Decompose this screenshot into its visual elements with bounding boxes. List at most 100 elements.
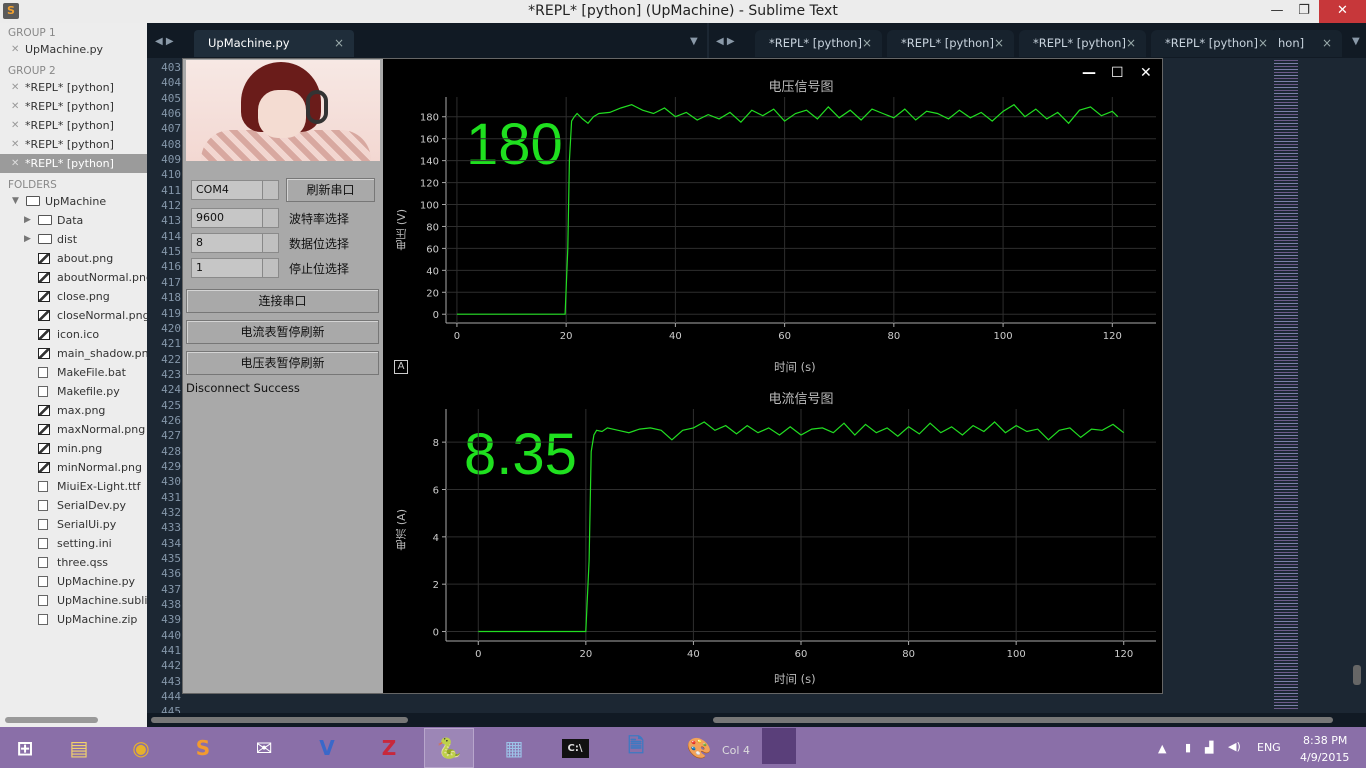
tab-close-icon[interactable]: × (1258, 30, 1268, 57)
tab-nav-arrows-icon[interactable]: ◀ ▶ (155, 36, 174, 47)
sidebar-scrollbar[interactable] (5, 717, 98, 723)
file-item[interactable]: aboutNormal.png (0, 268, 147, 287)
close-file-icon[interactable]: ✕ (11, 40, 19, 59)
file-item[interactable]: close.png (0, 287, 147, 306)
calculator-icon[interactable]: ▦ (489, 728, 539, 768)
open-file-item[interactable]: ✕ *REPL* [python] (0, 116, 147, 135)
collapsed-arrow-icon[interactable]: ▶ (24, 230, 31, 249)
windows-start-icon[interactable]: ⊞ (0, 728, 50, 768)
file-item[interactable]: SerialUi.py (0, 515, 147, 534)
file-item[interactable]: SerialDev.py (0, 496, 147, 515)
folder-root-item[interactable]: ▼ UpMachine (0, 192, 147, 211)
open-file-item-selected[interactable]: ✕ *REPL* [python] (0, 154, 147, 173)
connect-serial-button[interactable]: 连接串口 (186, 289, 379, 313)
dropdown-arrow-icon[interactable] (262, 234, 278, 252)
open-file-item[interactable]: ✕ UpMachine.py (0, 40, 147, 59)
file-item[interactable]: closeNormal.png (0, 306, 147, 325)
file-item[interactable]: UpMachine.py (0, 572, 147, 591)
tab-dropdown-icon[interactable]: ▼ (1352, 36, 1360, 47)
file-item[interactable]: max.png (0, 401, 147, 420)
right-pane-scrollbar[interactable] (713, 717, 1333, 723)
tab-close-icon[interactable]: × (862, 30, 872, 57)
tray-arrow-icon[interactable]: ▲ (1158, 742, 1166, 755)
tab-close-icon[interactable]: × (994, 30, 1004, 57)
chrome-icon[interactable]: ◉ (116, 728, 166, 768)
close-file-icon[interactable]: ✕ (11, 97, 19, 116)
expanded-arrow-icon[interactable]: ▼ (12, 192, 19, 211)
close-file-icon[interactable]: ✕ (11, 78, 19, 97)
file-item[interactable]: MakeFile.bat (0, 363, 147, 382)
stopbits-select[interactable]: 1 (191, 258, 279, 278)
tab-repl[interactable]: *REPL* [python] × (887, 30, 1014, 57)
file-item[interactable]: setting.ini (0, 534, 147, 553)
cmd-icon[interactable]: C:\ (550, 728, 600, 768)
network-icon[interactable]: ▟ (1205, 741, 1213, 754)
tab-nav-arrows-icon[interactable]: ◀ ▶ (716, 36, 735, 47)
open-file-item[interactable]: ✕ *REPL* [python] (0, 135, 147, 154)
tab-repl[interactable]: *REPL* [python] × (755, 30, 882, 57)
port-select[interactable]: COM4 (191, 180, 279, 200)
open-file-item[interactable]: ✕ *REPL* [python] (0, 78, 147, 97)
file-item[interactable]: min.png (0, 439, 147, 458)
file-item[interactable]: UpMachine.subli (0, 591, 147, 610)
dropdown-arrow-icon[interactable] (262, 259, 278, 277)
open-file-item[interactable]: ✕ *REPL* [python] (0, 97, 147, 116)
line-number: 417 (161, 275, 181, 289)
clock-date[interactable]: 4/9/2015 (1300, 751, 1349, 764)
python-file-icon[interactable]: 🗎 (611, 728, 661, 768)
file-item[interactable]: UpMachine.zip (0, 610, 147, 629)
file-item[interactable]: about.png (0, 249, 147, 268)
tab-repl[interactable]: *REPL* [python] × (1151, 30, 1278, 57)
minimize-button[interactable]: — (1262, 0, 1292, 23)
file-item[interactable]: Makefile.py (0, 382, 147, 401)
close-file-icon[interactable]: ✕ (11, 116, 19, 135)
tab-dropdown-icon[interactable]: ▼ (690, 36, 698, 47)
baud-select[interactable]: 9600 (191, 208, 279, 228)
pause-current-button[interactable]: 电流表暂停刷新 (186, 320, 379, 344)
python-icon[interactable]: 🐍 (424, 728, 474, 768)
file-item[interactable]: minNormal.png (0, 458, 147, 477)
close-file-icon[interactable]: ✕ (11, 154, 19, 173)
maximize-button[interactable]: ❐ (1289, 0, 1319, 23)
tab-upmachine[interactable]: UpMachine.py × (194, 30, 354, 57)
file-item[interactable]: MiuiEx-Light.ttf (0, 477, 147, 496)
tab-close-icon[interactable]: × (1322, 30, 1332, 57)
left-pane-scrollbar[interactable] (151, 717, 408, 723)
refresh-port-button[interactable]: 刷新串口 (286, 178, 375, 202)
file-item[interactable]: icon.ico (0, 325, 147, 344)
foxmail-icon[interactable]: ✉ (239, 728, 289, 768)
file-item[interactable]: main_shadow.pn (0, 344, 147, 363)
virtualbox-icon[interactable]: V (302, 728, 352, 768)
file-item[interactable]: three.qss (0, 553, 147, 572)
dropdown-arrow-icon[interactable] (262, 209, 278, 227)
minimap[interactable] (1274, 60, 1298, 710)
sidebar: GROUP 1 ✕ UpMachine.py GROUP 2 ✕ *REPL* [p… (0, 23, 147, 713)
pause-voltage-button[interactable]: 电压表暂停刷新 (186, 351, 379, 375)
battery-icon[interactable]: ▮ (1185, 741, 1191, 754)
dropdown-arrow-icon[interactable] (262, 181, 278, 199)
volume-icon[interactable]: ◀) (1228, 740, 1241, 753)
taskbar-app-tile[interactable] (762, 728, 796, 764)
line-number: 420 (161, 321, 181, 335)
close-file-icon[interactable]: ✕ (11, 135, 19, 154)
tab-repl[interactable]: hon] × (1270, 30, 1342, 57)
file-explorer-icon[interactable]: ▤ (54, 728, 104, 768)
language-indicator[interactable]: ENG (1257, 741, 1281, 754)
collapsed-arrow-icon[interactable]: ▶ (24, 211, 31, 230)
folder-item[interactable]: ▶ Data (0, 211, 147, 230)
folder-item[interactable]: ▶ dist (0, 230, 147, 249)
clock-time[interactable]: 8:38 PM (1303, 734, 1347, 747)
databits-select[interactable]: 8 (191, 233, 279, 253)
tab-repl[interactable]: *REPL* [python] × (1019, 30, 1146, 57)
close-button[interactable]: ✕ (1319, 0, 1366, 23)
filezilla-icon[interactable]: Z (364, 728, 414, 768)
sublime-text-icon[interactable]: S (178, 728, 228, 768)
paint-icon[interactable]: 🎨 (674, 728, 724, 768)
line-number: 439 (161, 613, 181, 627)
file-item[interactable]: maxNormal.png (0, 420, 147, 439)
y-tick-label: 40 (426, 266, 439, 277)
tab-close-icon[interactable]: × (334, 30, 344, 57)
file-name: SerialDev.py (57, 499, 127, 512)
tab-close-icon[interactable]: × (1126, 30, 1136, 57)
vertical-scrollbar[interactable] (1353, 665, 1361, 685)
